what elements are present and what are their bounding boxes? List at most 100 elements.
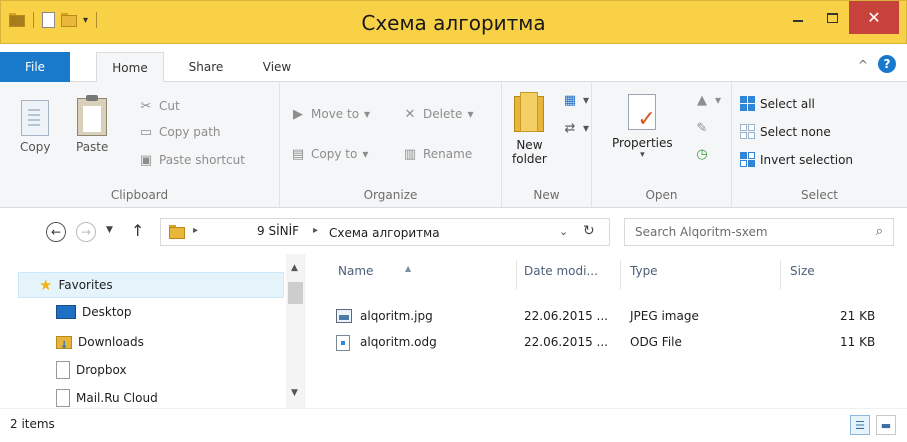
copy-to-button[interactable]: ▤ Copy to ▾ xyxy=(290,146,369,162)
file-size: 11 KB xyxy=(840,335,876,349)
image-file-icon xyxy=(336,309,352,323)
scrollbar-thumb[interactable] xyxy=(288,282,303,304)
dropdown-arrow-icon: ▾ xyxy=(583,93,590,107)
refresh-icon[interactable]: ↻ xyxy=(583,223,595,239)
column-header-date-modified[interactable]: Date modi... xyxy=(524,264,598,278)
rename-button[interactable]: ▥ Rename xyxy=(402,146,472,162)
column-header-size[interactable]: Size xyxy=(790,264,815,278)
scroll-down-icon[interactable]: ▼ xyxy=(291,388,298,398)
dropdown-arrow-icon: ▾ xyxy=(715,93,722,107)
paste-shortcut-button[interactable]: ▣ Paste shortcut xyxy=(138,152,245,168)
search-input[interactable]: Search Alqoritm-sxem ⌕ xyxy=(624,218,894,246)
back-button[interactable]: ← xyxy=(46,222,66,242)
large-icons-view-icon: ▬ xyxy=(880,418,892,432)
select-none-button[interactable]: Select none xyxy=(740,124,831,139)
sidebar-item-dropbox[interactable]: Dropbox xyxy=(56,358,127,382)
maximize-button[interactable] xyxy=(817,1,847,34)
file-type: JPEG image xyxy=(630,309,699,323)
column-divider[interactable] xyxy=(780,260,781,290)
dropdown-arrow-icon: ▾ xyxy=(640,150,645,160)
file-size: 21 KB xyxy=(840,309,876,323)
new-item-button[interactable]: ▦ ▾ xyxy=(562,92,589,108)
dropdown-arrow-icon: ▾ xyxy=(364,107,371,121)
tab-share[interactable]: Share xyxy=(176,52,236,82)
new-group: New folder ▦ ▾ ⇄ ▾ New xyxy=(502,82,592,208)
invert-selection-icon xyxy=(740,152,755,167)
minimize-ribbon-icon[interactable]: ^ xyxy=(858,58,868,72)
paste-shortcut-icon: ▣ xyxy=(139,152,153,168)
mailru-cloud-icon xyxy=(56,389,70,407)
easy-access-icon: ⇄ xyxy=(564,120,576,136)
delete-icon: ✕ xyxy=(404,106,416,122)
column-divider[interactable] xyxy=(516,260,517,290)
ribbon: Copy Paste ✂ Cut ▭ Copy path ▣ Paste shortc… xyxy=(0,82,907,208)
column-divider[interactable] xyxy=(620,260,621,290)
recent-locations-dropdown[interactable]: ▼ xyxy=(106,225,113,235)
details-view-button[interactable]: ☰ xyxy=(850,415,870,435)
navigation-scrollbar[interactable]: ▲ ▼ xyxy=(286,254,304,408)
large-icons-view-button[interactable]: ▬ xyxy=(876,415,896,435)
column-header-name[interactable]: ▲ Name xyxy=(338,264,411,278)
window-title: Схема алгоритма xyxy=(361,11,546,35)
column-header-type[interactable]: Type xyxy=(630,264,658,278)
search-placeholder: Search Alqoritm-sxem xyxy=(635,225,768,239)
forward-button[interactable]: → xyxy=(76,222,96,242)
help-icon[interactable]: ? xyxy=(878,55,896,73)
open-button[interactable]: ▲ ▾ xyxy=(694,92,721,108)
maximize-icon xyxy=(826,12,838,23)
tab-view[interactable]: View xyxy=(254,52,300,82)
cut-button[interactable]: ✂ Cut xyxy=(138,98,180,114)
edit-button[interactable]: ✎ xyxy=(694,120,710,136)
organize-group: ▶ Move to ▾ ▤ Copy to ▾ ✕ Delete ▾ ▥ Rename Org… xyxy=(280,82,502,208)
dropdown-arrow-icon: ▾ xyxy=(362,147,369,161)
address-dropdown-icon[interactable]: ⌄ xyxy=(559,225,568,238)
new-folder-button[interactable]: New folder xyxy=(512,92,547,166)
scroll-up-icon[interactable]: ▲ xyxy=(291,263,298,273)
file-list: ▲ Name Date modi... Type Size alqoritm.j… xyxy=(306,254,907,408)
tab-file[interactable]: File xyxy=(0,52,70,82)
sidebar-item-downloads[interactable]: ↓ Downloads xyxy=(56,330,144,354)
new-folder-icon xyxy=(514,92,545,132)
copy-path-icon: ▭ xyxy=(139,124,153,140)
sidebar-item-desktop[interactable]: Desktop xyxy=(56,300,132,324)
folder-icon xyxy=(169,225,185,239)
desktop-icon xyxy=(56,305,76,319)
scissors-icon: ✂ xyxy=(140,98,152,114)
open-group: Properties ▾ ▲▾ ✎ ◷ Open xyxy=(592,82,732,208)
select-all-button[interactable]: Select all xyxy=(740,96,815,111)
table-row[interactable]: alqoritm.jpg 22.06.2015 ... JPEG image 2… xyxy=(330,306,900,328)
address-bar[interactable]: ▸ 9 SİNİF ▸ Схема алгоритма ⌄ ↻ xyxy=(160,218,610,246)
star-icon: ★ xyxy=(39,276,53,294)
delete-button[interactable]: ✕ Delete ▾ xyxy=(402,106,474,122)
breadcrumb-chevron-icon[interactable]: ▸ xyxy=(313,225,318,236)
sidebar-item-mailru-cloud[interactable]: Mail.Ru Cloud xyxy=(56,386,158,408)
dropbox-icon xyxy=(56,361,70,379)
copy-path-button[interactable]: ▭ Copy path xyxy=(138,124,221,140)
breadcrumb-chevron-icon[interactable]: ▸ xyxy=(193,225,198,236)
new-item-icon: ▦ xyxy=(563,92,577,108)
ribbon-tabs: File Home Share View ^ ? xyxy=(0,44,907,83)
breadcrumb-segment[interactable]: 9 SİNİF xyxy=(257,224,299,238)
edit-icon: ✎ xyxy=(696,120,708,136)
history-button[interactable]: ◷ xyxy=(694,146,710,162)
close-button[interactable]: ✕ xyxy=(849,1,899,34)
properties-button[interactable]: Properties ▾ xyxy=(612,94,673,160)
up-button[interactable]: ↑ xyxy=(131,221,144,240)
file-date: 22.06.2015 ... xyxy=(524,335,608,349)
sidebar-item-favorites[interactable]: ★ Favorites xyxy=(18,272,284,298)
search-icon[interactable]: ⌕ xyxy=(876,224,883,239)
invert-selection-button[interactable]: Invert selection xyxy=(740,152,853,167)
navigation-bar: ← → ▼ ↑ ▸ 9 SİNİF ▸ Схема алгоритма ⌄ ↻ … xyxy=(0,208,907,254)
file-type: ODG File xyxy=(630,335,682,349)
select-group: Select all Select none Invert selection … xyxy=(732,82,907,208)
breadcrumb-segment[interactable]: Схема алгоритма xyxy=(329,226,440,240)
minimize-button[interactable] xyxy=(783,1,813,34)
file-name: alqoritm.jpg xyxy=(360,309,433,323)
table-row[interactable]: alqoritm.odg 22.06.2015 ... ODG File 11 … xyxy=(330,332,900,354)
paste-button[interactable]: Paste xyxy=(76,95,108,154)
easy-access-button[interactable]: ⇄ ▾ xyxy=(562,120,589,136)
minimize-icon xyxy=(793,19,803,22)
move-to-button[interactable]: ▶ Move to ▾ xyxy=(290,106,370,122)
copy-button[interactable]: Copy xyxy=(20,100,50,154)
tab-home[interactable]: Home xyxy=(96,52,164,83)
